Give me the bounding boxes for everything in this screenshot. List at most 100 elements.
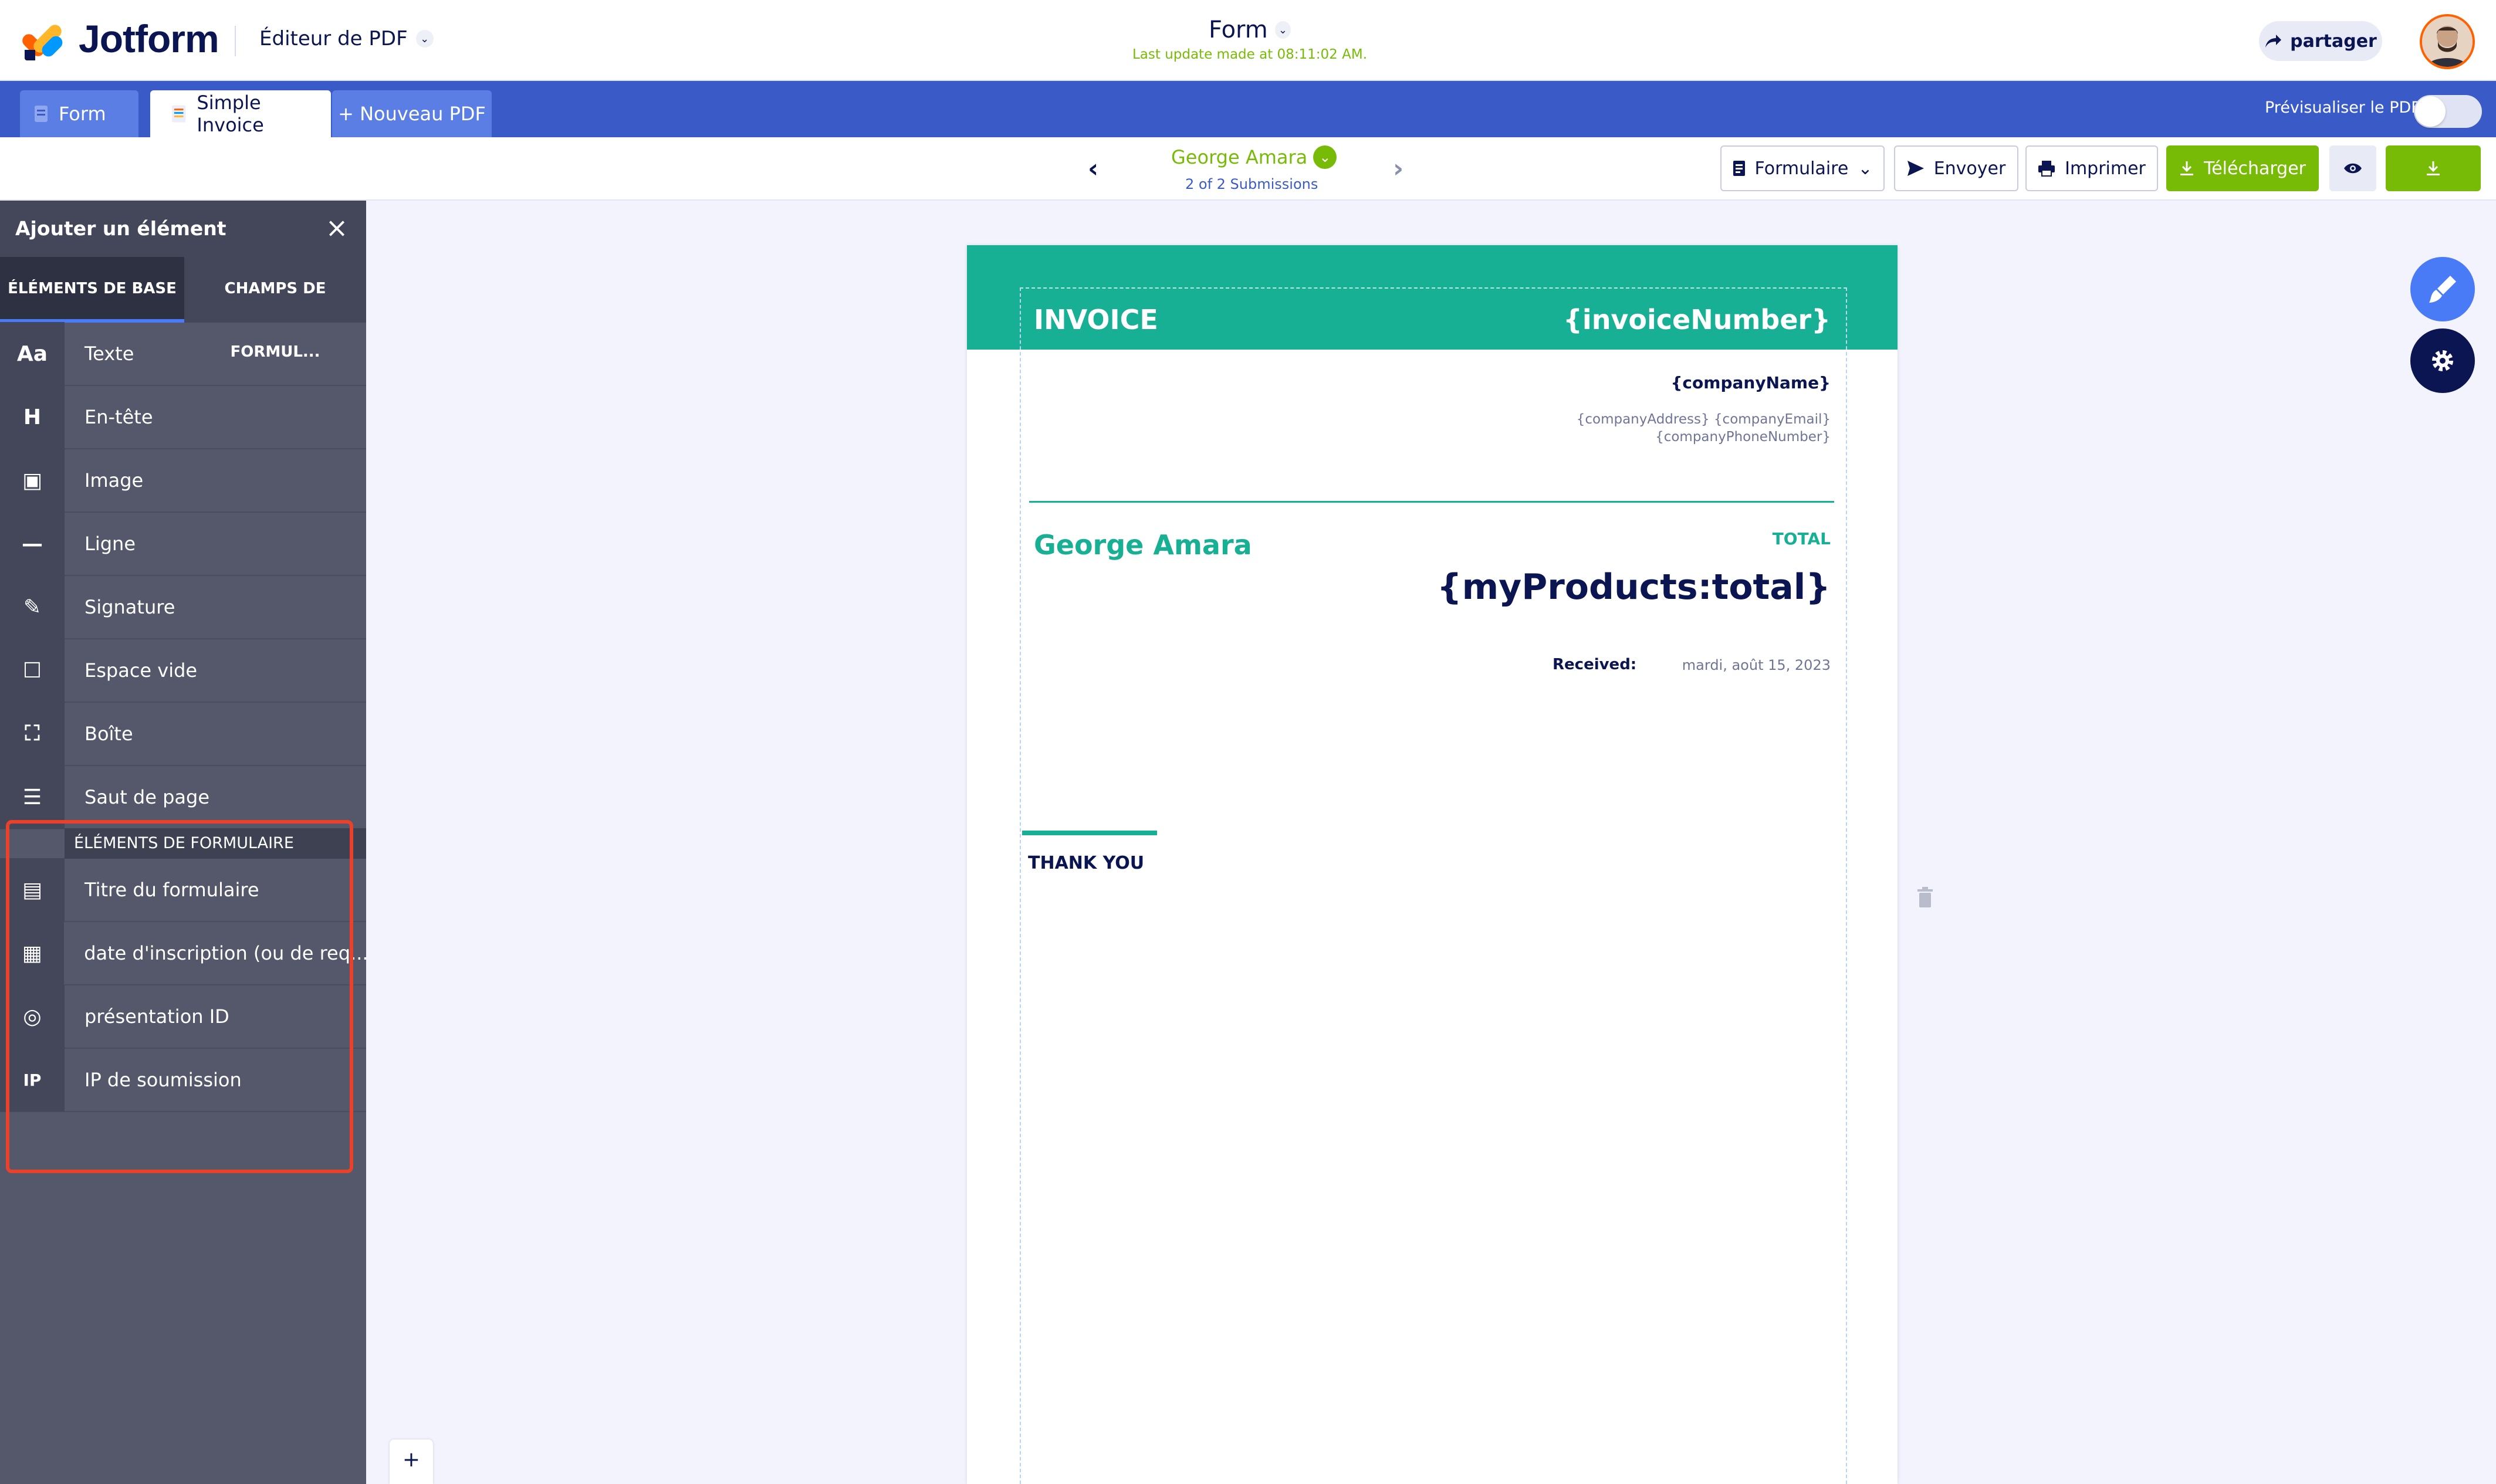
element-label: Signature xyxy=(84,596,175,618)
share-button[interactable]: partager xyxy=(2259,21,2382,61)
tab-invoice-label: Simple Invoice xyxy=(197,92,264,136)
received-date[interactable]: mardi, août 15, 2023 xyxy=(1682,657,1831,673)
line-icon: — xyxy=(0,512,65,575)
jotform-logo[interactable]: Jotform xyxy=(19,16,219,61)
download-icon xyxy=(2427,161,2440,175)
pdf-tab-bar: Form Simple Invoice + Nouveau PDF Prévis… xyxy=(0,81,2496,137)
download-icon xyxy=(2180,161,2193,175)
send-icon xyxy=(1907,161,1924,176)
download-label: Télécharger xyxy=(2203,158,2306,179)
tab-form-fields[interactable]: CHAMPS DE FORMUL... xyxy=(184,257,366,361)
new-pdf-button[interactable]: + Nouveau PDF xyxy=(332,90,492,137)
print-label: Imprimer xyxy=(2065,158,2146,179)
settings-button[interactable] xyxy=(2410,328,2475,393)
last-update-text: Last update made at 08:11:02 AM. xyxy=(1132,47,1368,62)
next-submission-icon[interactable]: › xyxy=(1393,154,1403,184)
brand-name: Jotform xyxy=(79,17,219,60)
form-elements-highlight-box xyxy=(6,820,353,1173)
element-label: Texte xyxy=(84,343,134,365)
top-header: Jotform Éditeur de PDF ⌄ Form ⌄ Last upd… xyxy=(0,0,2496,81)
designer-paint-button[interactable] xyxy=(2410,257,2475,321)
submission-selector[interactable]: George Amara ⌄ xyxy=(1171,145,1337,169)
send-label: Envoyer xyxy=(1933,158,2006,179)
signature-icon: ✎ xyxy=(0,575,65,639)
share-label: partager xyxy=(2290,31,2377,52)
page-margin-guides xyxy=(1020,287,1847,1484)
tab-form-label: Form xyxy=(59,103,106,125)
image-icon: ▣ xyxy=(0,449,65,512)
element-signature[interactable]: ✎ Signature xyxy=(0,575,366,639)
received-label[interactable]: Received: xyxy=(1553,656,1636,673)
element-line[interactable]: — Ligne xyxy=(0,512,366,576)
form-doc-icon xyxy=(1733,161,1745,176)
form-title: Form xyxy=(1209,16,1268,43)
client-name[interactable]: George Amara xyxy=(1034,529,1252,561)
avatar-portrait-icon xyxy=(2422,16,2473,67)
chevron-down-icon: ⌄ xyxy=(1858,158,1873,179)
preview-pdf-toggle[interactable] xyxy=(2414,95,2482,128)
total-value[interactable]: {myProducts:total} xyxy=(1437,567,1831,608)
page-break-icon: ☰ xyxy=(0,765,65,829)
invoice-number[interactable]: {invoiceNumber} xyxy=(1563,304,1831,336)
tab-form[interactable]: Form xyxy=(20,90,138,137)
user-avatar[interactable] xyxy=(2420,14,2475,69)
tab-simple-invoice[interactable]: Simple Invoice xyxy=(150,90,331,137)
company-name[interactable]: {companyName} xyxy=(1671,373,1831,392)
zoom-in-button[interactable]: + xyxy=(390,1439,433,1484)
form-doc-icon xyxy=(35,106,48,122)
add-element-panel: Ajouter un élément × ÉLÉMENTS DE BASE CH… xyxy=(0,201,366,1484)
editor-switcher[interactable]: Éditeur de PDF ⌄ xyxy=(259,27,434,50)
preview-button[interactable] xyxy=(2329,145,2376,191)
formulaire-label: Formulaire xyxy=(1754,158,1849,179)
quick-download-button[interactable] xyxy=(2386,145,2481,191)
total-label[interactable]: TOTAL xyxy=(1773,529,1831,548)
element-label: En-tête xyxy=(84,406,153,428)
company-contact[interactable]: {companyAddress} {companyEmail} {company… xyxy=(1577,411,1831,446)
pdf-page[interactable]: INVOICE {invoiceNumber} {companyName} {c… xyxy=(967,245,1898,1484)
chevron-down-circle-icon: ⌄ xyxy=(1313,145,1337,169)
submission-name: George Amara xyxy=(1171,146,1308,168)
gear-icon xyxy=(2432,350,2453,371)
empty-space-icon: ☐ xyxy=(0,639,65,702)
share-arrow-icon xyxy=(2265,35,2282,48)
printer-icon xyxy=(2038,161,2055,177)
form-title-dropdown[interactable]: Form ⌄ xyxy=(1209,16,1291,43)
preview-pdf-label: Prévisualiser le PDF xyxy=(2265,99,2420,117)
close-icon[interactable]: × xyxy=(325,214,349,241)
invoice-title[interactable]: INVOICE xyxy=(1034,304,1158,336)
panel-title: Ajouter un élément xyxy=(0,201,366,257)
previous-submission-icon[interactable]: ‹ xyxy=(1088,154,1098,184)
header-divider xyxy=(235,26,236,56)
paint-brush-icon xyxy=(2429,276,2456,303)
eye-icon xyxy=(2344,163,2362,174)
submission-count: 2 of 2 Submissions xyxy=(1185,176,1318,192)
formulaire-button[interactable]: Formulaire ⌄ xyxy=(1720,145,1885,191)
company-address-line: {companyAddress} {companyEmail} xyxy=(1576,412,1831,427)
editor-label: Éditeur de PDF xyxy=(259,27,408,50)
trash-icon[interactable] xyxy=(1916,887,1934,908)
company-phone-line: {companyPhoneNumber} xyxy=(1655,429,1831,445)
chevron-down-icon: ⌄ xyxy=(415,30,434,48)
chevron-down-icon: ⌄ xyxy=(1274,21,1291,39)
heading-icon: H xyxy=(0,385,65,449)
send-button[interactable]: Envoyer xyxy=(1894,145,2018,191)
jotform-logo-icon xyxy=(19,17,67,60)
download-button[interactable]: Télécharger xyxy=(2166,145,2319,191)
element-image[interactable]: ▣ Image xyxy=(0,449,366,513)
thank-you-accent-bar xyxy=(1022,831,1157,835)
tab-basic-elements[interactable]: ÉLÉMENTS DE BASE xyxy=(0,257,184,323)
element-label: Saut de page xyxy=(84,786,210,808)
element-label: Boîte xyxy=(84,723,133,745)
thank-you-text[interactable]: THANK YOU xyxy=(1028,853,1144,873)
pdf-doc-icon xyxy=(171,105,186,123)
element-empty-space[interactable]: ☐ Espace vide xyxy=(0,639,366,703)
element-label: Ligne xyxy=(84,533,136,555)
box-icon: ⛶ xyxy=(0,702,65,765)
text-icon: Aa xyxy=(0,322,65,385)
print-button[interactable]: Imprimer xyxy=(2025,145,2158,191)
element-heading[interactable]: H En-tête xyxy=(0,385,366,449)
panel-tabs: ÉLÉMENTS DE BASE CHAMPS DE FORMUL... xyxy=(0,257,366,361)
element-text[interactable]: Aa Texte xyxy=(0,322,366,386)
toggle-knob xyxy=(2415,96,2446,127)
element-box[interactable]: ⛶ Boîte xyxy=(0,702,366,766)
